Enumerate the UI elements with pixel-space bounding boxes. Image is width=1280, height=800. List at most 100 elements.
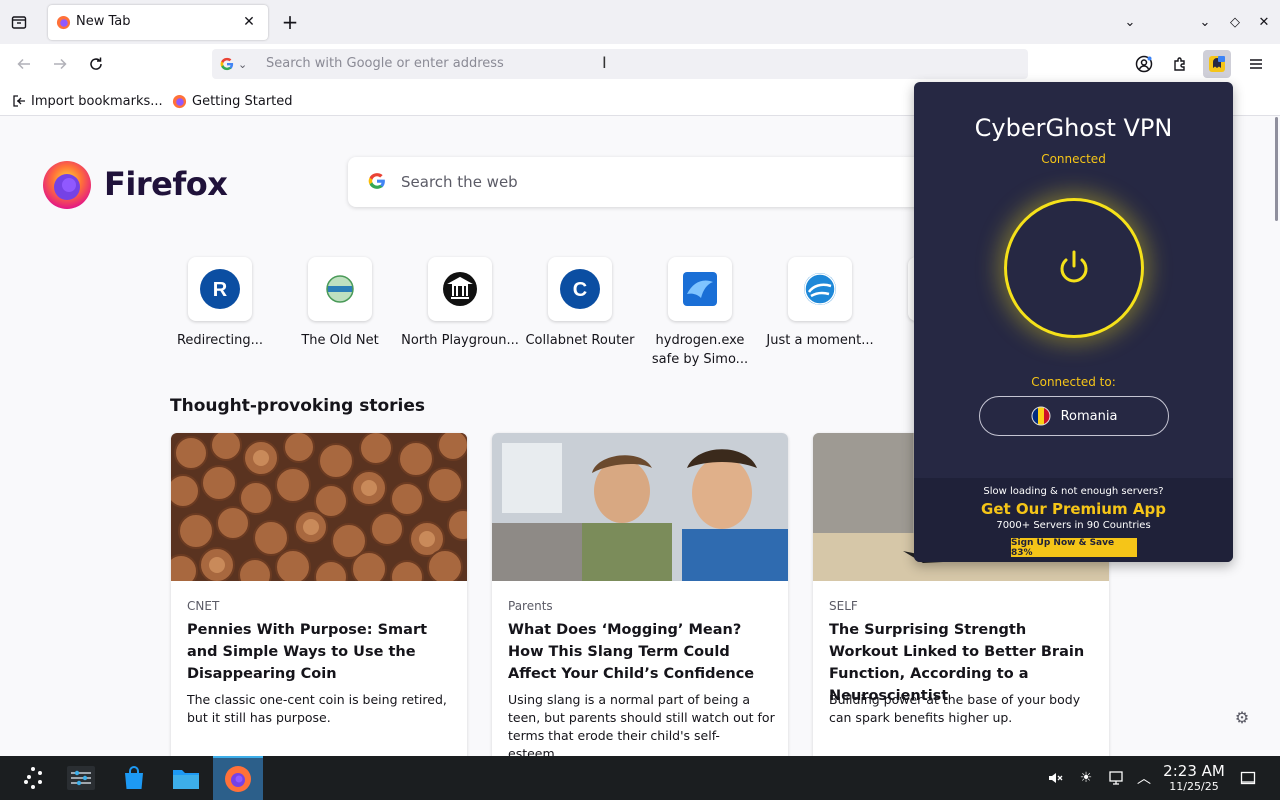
chevron-down-icon: ⌄ — [1124, 14, 1136, 30]
museum-icon — [443, 272, 477, 306]
google-icon — [220, 57, 234, 71]
story-card[interactable]: CNET Pennies With Purpose: Smart and Sim… — [171, 433, 467, 756]
firefox-view-button[interactable] — [8, 11, 30, 33]
stories-section-title: Thought-provoking stories — [170, 396, 426, 416]
teens-photo-image — [492, 433, 788, 581]
chevron-down-icon: ⌄ — [238, 57, 248, 71]
top-site-label: hydrogen.exe safe by Simo... — [651, 333, 749, 367]
cyberghost-icon — [1209, 56, 1225, 72]
top-site-icon-box — [788, 257, 852, 321]
account-icon — [1135, 55, 1153, 73]
story-source: CNET — [187, 599, 220, 613]
tab-list-button[interactable]: ⌄ — [1118, 10, 1142, 34]
personalize-button[interactable]: ⚙ — [1232, 707, 1252, 727]
country-selector[interactable]: Romania — [979, 396, 1169, 436]
power-icon — [1060, 250, 1088, 283]
back-button[interactable] — [12, 52, 36, 76]
top-site-label: Collabnet Router — [525, 333, 635, 348]
country-name: Romania — [1060, 408, 1118, 424]
tab-title: New Tab — [76, 14, 131, 29]
vpn-status: Connected — [1041, 152, 1106, 166]
story-source: Parents — [508, 599, 553, 613]
file-manager-app[interactable] — [161, 756, 211, 800]
story-card[interactable]: Parents What Does ‘Mogging’ Mean? How Th… — [492, 433, 788, 756]
extensions-button[interactable] — [1166, 50, 1194, 78]
arrow-left-icon — [17, 58, 30, 70]
top-site-tile[interactable]: C Collabnet Router — [520, 257, 640, 377]
promo-line-2: 7000+ Servers in 90 Countries — [996, 520, 1151, 531]
firefox-logo-icon — [43, 161, 91, 209]
story-headline: What Does ‘Mogging’ Mean? How This Slang… — [508, 622, 755, 682]
chevron-up-icon: ︿ — [1137, 771, 1151, 787]
bookmark-label: Getting Started — [192, 93, 293, 109]
firefox-wordmark: Firefox — [104, 165, 228, 203]
promo-line-1: Slow loading & not enough servers? — [983, 486, 1164, 497]
reload-button[interactable] — [84, 52, 108, 76]
close-icon[interactable]: ✕ — [238, 11, 260, 33]
romania-flag-icon — [1031, 406, 1051, 426]
minimize-button[interactable]: ⌄ — [1193, 10, 1217, 34]
puzzle-icon — [1174, 57, 1185, 71]
tab-strip: New Tab ✕ + ⌄ ⌄ ◇ ✕ — [0, 0, 1280, 44]
close-icon: ✕ — [1258, 14, 1270, 30]
top-site-label: Redirecting... — [176, 333, 264, 348]
web-search-box[interactable]: Search the web — [348, 157, 968, 207]
forward-button[interactable] — [48, 52, 72, 76]
power-button[interactable] — [1004, 198, 1144, 338]
system-settings-app[interactable] — [56, 756, 106, 800]
sign-up-button[interactable]: Sign Up Now & Save 83% — [1011, 538, 1137, 558]
plus-icon: + — [281, 10, 299, 34]
top-site-label: The Old Net — [301, 333, 379, 348]
network-icon[interactable] — [1106, 768, 1126, 788]
gear-icon: ⚙ — [1234, 707, 1250, 727]
scrollbar-thumb[interactable] — [1275, 117, 1278, 221]
arrow-right-icon — [54, 58, 67, 70]
brightness-icon[interactable]: ☀ — [1076, 768, 1096, 788]
speaker-muted-icon — [1049, 773, 1063, 783]
top-site-tile[interactable]: hydrogen.exe safe by Simo... — [640, 257, 760, 377]
address-bar[interactable]: ⌄ Search with Google or enter address I — [212, 49, 1028, 79]
maximize-button[interactable]: ◇ — [1223, 10, 1247, 34]
app-menu-button[interactable] — [1242, 50, 1270, 78]
top-site-tile[interactable]: R Redirecting... — [160, 257, 280, 377]
top-site-tile[interactable]: North Playgroun... — [400, 257, 520, 377]
clock-time: 2:23 AM — [1163, 762, 1225, 780]
shopping-bag-icon — [125, 766, 143, 789]
volume-muted-icon[interactable] — [1045, 768, 1065, 788]
story-headline: Pennies With Purpose: Smart and Simple W… — [187, 622, 428, 682]
reload-icon — [90, 57, 102, 70]
old-net-logo-icon — [326, 275, 354, 303]
cyberghost-extension-button[interactable] — [1203, 50, 1231, 78]
bookmark-import[interactable]: Import bookmarks... — [12, 92, 163, 110]
text-cursor-icon: I — [602, 53, 607, 72]
account-button[interactable] — [1130, 50, 1158, 78]
tray-expand-button[interactable]: ︿ — [1134, 768, 1154, 788]
top-site-tile[interactable]: The Old Net — [280, 257, 400, 377]
cyberghost-popup: CyberGhost VPN Connected Connected to: R… — [914, 82, 1233, 562]
search-engine-selector[interactable]: ⌄ — [220, 56, 260, 72]
firefox-logo: Firefox — [40, 157, 228, 211]
new-tab-button[interactable]: + — [278, 10, 302, 34]
desktop-icon — [1240, 771, 1256, 785]
top-site-label: North Playgroun... — [401, 333, 519, 348]
show-desktop-button[interactable] — [1238, 768, 1258, 788]
close-window-button[interactable]: ✕ — [1252, 10, 1276, 34]
letter-c-icon: C — [560, 269, 600, 309]
discover-app[interactable] — [109, 756, 159, 800]
tab-new-tab[interactable]: New Tab ✕ — [48, 5, 268, 40]
top-site-tile[interactable]: Just a moment... — [760, 257, 880, 377]
bookmark-getting-started[interactable]: Getting Started — [172, 92, 293, 110]
google-icon — [368, 173, 385, 189]
pennies-image — [171, 433, 467, 594]
windows-bloom-icon — [683, 272, 717, 306]
monitor-network-icon — [1109, 771, 1123, 785]
top-site-icon-box — [668, 257, 732, 321]
settings-sliders-icon — [67, 766, 95, 790]
import-icon — [13, 95, 25, 107]
clock[interactable]: 2:23 AM 11/25/25 — [1158, 762, 1230, 794]
app-launcher-button[interactable] — [8, 756, 58, 800]
svg-text:R: R — [213, 279, 228, 301]
hamburger-menu-icon — [1250, 59, 1262, 69]
firefox-taskbar-app[interactable] — [213, 756, 263, 800]
top-site-icon-box: R — [188, 257, 252, 321]
